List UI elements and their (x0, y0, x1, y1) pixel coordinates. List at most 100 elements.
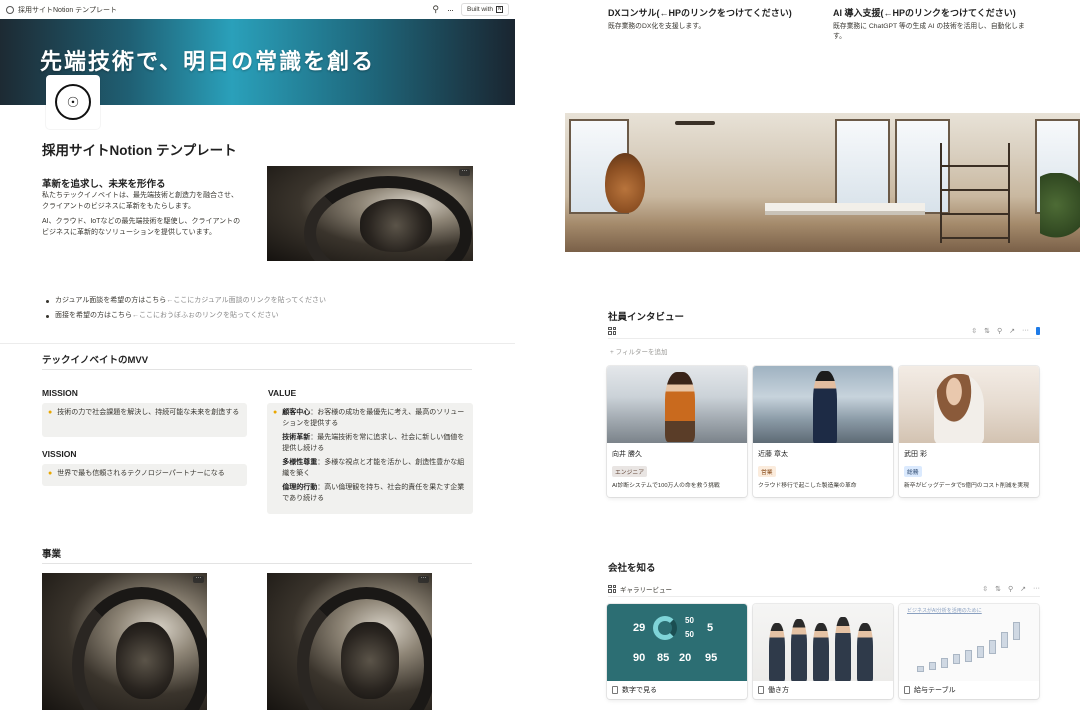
filter-icon[interactable]: ⇳ (971, 327, 977, 335)
notion-page-right: DXコンサル(←HPのリンクをつけてください) 既存業務のDX化を支援します。 … (515, 0, 1080, 710)
expand-icon[interactable]: ↗ (1020, 585, 1026, 593)
role-tag: 営業 (758, 466, 776, 477)
gallery-card-label: 給与テーブル (899, 681, 1039, 699)
ceiling-fan (675, 121, 715, 125)
application-links: カジュアル面談を希望の方はこちら←ここにカジュアル面談のリンクを貼ってください … (46, 296, 326, 326)
intro-paragraph-1: 私たちテックイノベイトは、最先端技術と創造力を融合させ、クライアントのビジネスに… (42, 192, 238, 210)
new-button[interactable] (1036, 326, 1040, 335)
bullet-icon (46, 300, 49, 303)
view-tab-gallery[interactable]: ギャラリービュー (620, 584, 672, 594)
salary-table-image: ビジネスがAI分析を活用のために (899, 604, 1039, 681)
office-photo (565, 113, 1080, 252)
gallery-card[interactable]: ビジネスがAI分析を活用のために 給与テーブル (899, 604, 1039, 699)
lightbulb-icon: ● (48, 470, 53, 477)
service-desc-dx: 既存業務のDX化を支援します。 (608, 23, 706, 30)
mission-callout: ● 技術の力で社会課題を解決し、持続可能な未来を創造する (42, 403, 247, 437)
mission-label: MISSION (42, 388, 78, 398)
built-with-button[interactable]: Built with N (460, 3, 509, 16)
interview-photo (607, 366, 747, 443)
divider (42, 563, 472, 564)
sort-icon[interactable]: ⇅ (984, 327, 990, 335)
value-label: VALUE (268, 388, 297, 398)
salary-image-title: ビジネスがAI分析を活用のために (907, 608, 982, 614)
gallery-card[interactable]: 働き方 (753, 604, 893, 699)
service-title-ai[interactable]: AI 導入支援(←HPのリンクをつけてください) (833, 6, 1016, 19)
page-title: 採用サイトNotion テンプレート (42, 143, 237, 158)
add-filter-button[interactable]: + フィルターを追加 (610, 346, 667, 356)
gallery-card[interactable]: 29 50 5 50 90 85 20 95 数字で見る (607, 604, 747, 699)
office-window (835, 119, 890, 214)
interview-desc: AI診断システムで100万人の命を救う挑戦 (612, 483, 720, 489)
vision-callout: ● 世界で最も信頼されるテクノロジーパートナーになる (42, 464, 247, 486)
business-heading: 事業 (42, 549, 62, 560)
bookshelf (940, 143, 1010, 243)
value-item: 倫理的行動：高い倫理観を持ち、社会的責任を果たす企業であり続ける (282, 484, 465, 502)
service-desc-ai: 既存業務に ChatGPT 等の生成 AI の技術を活用し、自動化します。 (833, 23, 1025, 40)
interview-card[interactable]: 武田 彩 総務 新卒がビッグデータで5億円のコスト削減を実現 (899, 366, 1039, 497)
link-hint: ←ここにカジュアル面談のリンクを貼ってください (166, 297, 327, 304)
search-icon[interactable]: ⚲ (1008, 585, 1013, 593)
value-item: 顧客中心：お客様の成功を最優先に考え、最高のソリューションを提供する (282, 409, 465, 427)
lightbulb-icon: ● (273, 409, 278, 416)
office-table (765, 203, 925, 211)
cover-headline: 先端技術で、明日の常識を創る (40, 49, 376, 74)
value-callout: ● 顧客中心：お客様の成功を最優先に考え、最高のソリューションを提供する 技術革… (267, 403, 473, 514)
page-icon (758, 686, 764, 694)
gallery-view-icon[interactable] (608, 584, 616, 593)
page-icon (612, 686, 618, 694)
search-icon[interactable]: ⚲ (432, 4, 439, 15)
image-more-icon[interactable]: ··· (193, 575, 204, 583)
vision-label: VISSION (42, 449, 77, 459)
mission-text: 技術の力で社会課題を解決し、持続可能な未来を創造する (57, 409, 240, 416)
notion-logo-icon: N (496, 6, 503, 13)
interview-photo (899, 366, 1039, 443)
divider (42, 369, 472, 370)
interview-card[interactable]: 向井 勝久 エンジニア AI診断システムで100万人の命を救う挑戦 (607, 366, 747, 497)
page-icon (904, 686, 910, 694)
casual-interview-link[interactable]: カジュアル面談を希望の方はこちら (55, 297, 166, 304)
lightbulb-icon: ● (48, 409, 53, 416)
business-image-1[interactable]: ··· (42, 573, 207, 710)
donut-chart (653, 616, 677, 640)
image-more-icon[interactable]: ··· (459, 168, 470, 176)
interview-link[interactable]: 面接を希望の方はこちら (55, 312, 132, 319)
link-hint: ←ここにおうぼふぉのリンクを貼ってください (132, 312, 279, 319)
intro-paragraph-2: AI、クラウド、IoTなどの最先端技術を駆使し、クライアントのビジネスに革新的な… (42, 218, 241, 236)
company-logo-icon[interactable]: ☉ (46, 75, 100, 129)
employee-name: 近藤 章太 (758, 451, 788, 458)
employee-name: 武田 彩 (904, 451, 927, 458)
image-more-icon[interactable]: ··· (418, 575, 429, 583)
gallery-view-icon[interactable] (608, 326, 616, 335)
team-photo (753, 604, 893, 681)
interviews-view-bar: ⇳ ⇅ ⚲ ↗ ··· (608, 323, 1040, 339)
expand-icon[interactable]: ↗ (1009, 327, 1015, 335)
interview-desc: 新卒がビッグデータで5億円のコスト削減を実現 (904, 483, 1029, 489)
company-heading: 会社を知る (608, 563, 656, 574)
intro-heading: 革新を追求し、未来を形作る (42, 179, 166, 190)
value-item: 技術革新：最先端技術を常に追求し、社会に新しい価値を提供し続ける (282, 434, 465, 452)
mvv-heading: テックイノベイトのMVV (42, 355, 149, 366)
interview-photo (753, 366, 893, 443)
interviews-heading: 社員インタビュー (608, 312, 685, 323)
interview-card[interactable]: 近藤 章太 営業 クラウド移行で起こした製造業の革命 (753, 366, 893, 497)
gallery-card-label: 働き方 (753, 681, 893, 699)
sort-icon[interactable]: ⇅ (995, 585, 1001, 593)
list-item: 面接を希望の方はこちら←ここにおうぼふぉのリンクを貼ってください (46, 311, 326, 321)
page-favicon-icon (6, 5, 14, 14)
search-icon[interactable]: ⚲ (997, 327, 1002, 335)
breadcrumb[interactable]: 採用サイトNotion テンプレート (6, 5, 117, 15)
more-icon[interactable]: ··· (1022, 327, 1029, 335)
stats-image: 29 50 5 50 90 85 20 95 (607, 604, 747, 681)
vision-text: 世界で最も信頼されるテクノロジーパートナーになる (57, 470, 225, 477)
logo-mark: ☉ (55, 84, 91, 120)
employee-name: 向井 勝久 (612, 451, 642, 458)
service-title-dx[interactable]: DXコンサル(←HPのリンクをつけてください) (608, 6, 792, 19)
more-icon[interactable]: ··· (447, 5, 454, 15)
divider (0, 343, 515, 344)
list-item: カジュアル面談を希望の方はこちら←ここにカジュアル面談のリンクを貼ってください (46, 296, 326, 306)
filter-icon[interactable]: ⇳ (982, 585, 988, 593)
more-icon[interactable]: ··· (1033, 585, 1040, 593)
business-image-2[interactable]: ··· (267, 573, 432, 710)
headphones-image[interactable]: ··· (267, 166, 473, 261)
gallery-card-label: 数字で見る (607, 681, 747, 699)
